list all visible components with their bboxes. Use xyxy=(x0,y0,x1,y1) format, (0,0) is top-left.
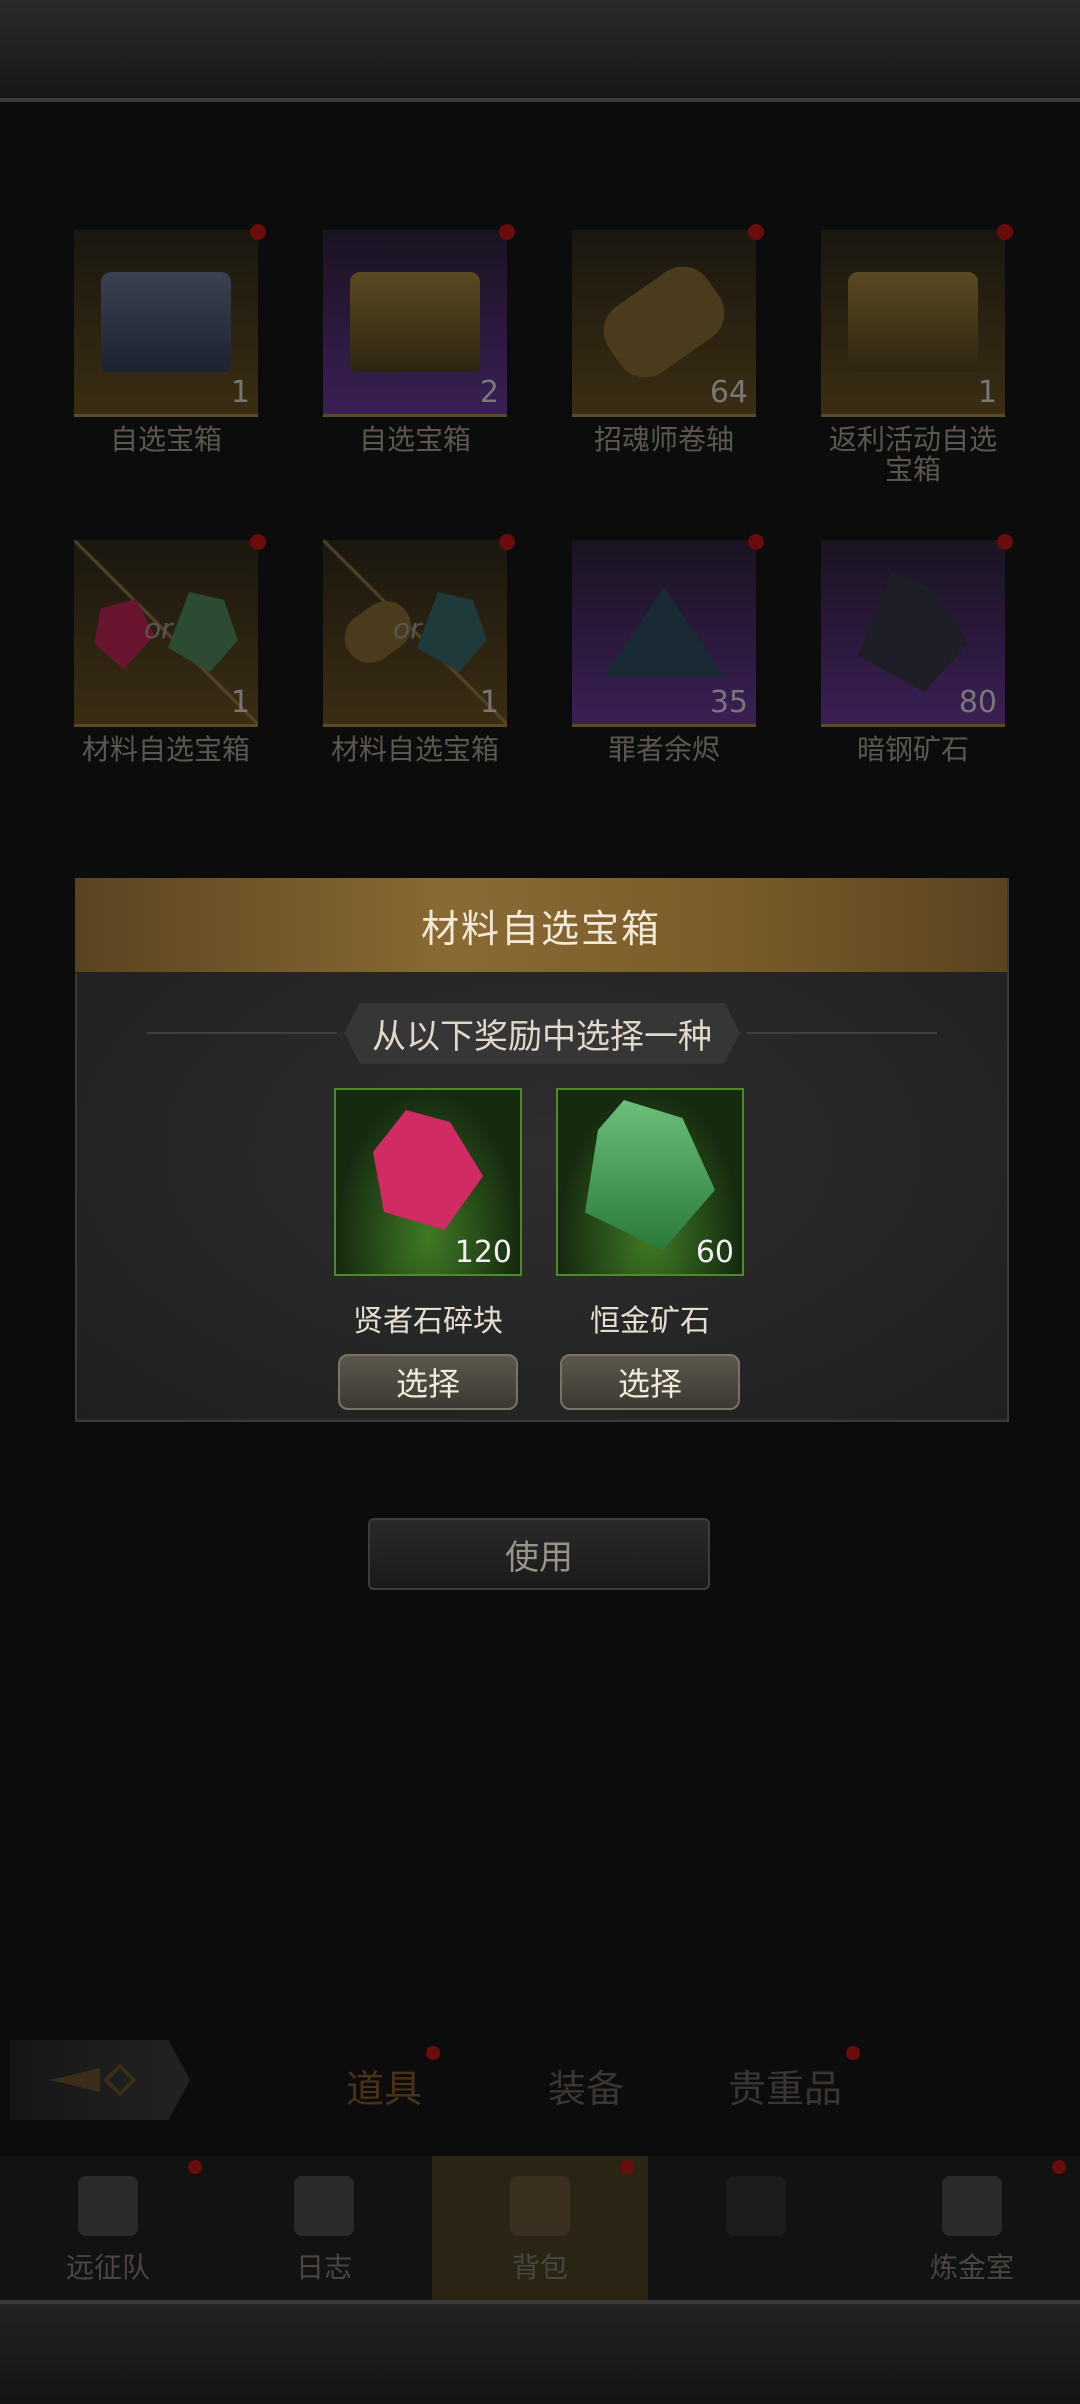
tab-valuables[interactable]: 贵重品 xyxy=(728,2046,861,2113)
use-button[interactable]: 使用 xyxy=(368,1518,710,1590)
nav-label: 远征队 xyxy=(65,2251,150,2284)
inventory-item[interactable]: 80 暗钢矿石 xyxy=(813,534,1013,766)
nav-label: 日志 xyxy=(295,2251,352,2284)
divider xyxy=(747,1032,937,1034)
back-button[interactable] xyxy=(10,2040,190,2120)
item-tile[interactable]: 80 xyxy=(821,534,1013,727)
inventory-item[interactable]: 1 返利活动自选宝箱 xyxy=(813,224,1013,486)
item-tile[interactable]: 1 xyxy=(74,224,266,417)
top-frame xyxy=(0,0,1080,102)
arrow-left-icon xyxy=(50,2063,137,2097)
item-quantity: 1 xyxy=(977,375,997,410)
item-tile[interactable]: or 1 xyxy=(323,534,515,727)
notification-dot xyxy=(250,224,266,240)
item-quantity: 2 xyxy=(479,375,499,410)
item-name: 材料自选宝箱 xyxy=(330,733,499,766)
inventory-item[interactable]: 1 自选宝箱 xyxy=(66,224,266,456)
bottom-nav: 远征队 日志 背包 炼金室 xyxy=(0,2156,1080,2300)
dark-ore-icon xyxy=(858,572,968,692)
notification-dot xyxy=(748,534,764,550)
reward-tile[interactable]: 120 xyxy=(334,1088,522,1276)
choice-dialog: 材料自选宝箱 从以下奖励中选择一种 120 贤者石碎块 选择 60 恒金矿石 选… xyxy=(75,878,1009,1422)
nav-expedition[interactable]: 远征队 xyxy=(0,2156,216,2300)
notification-dot xyxy=(426,2046,441,2060)
reward-option: 120 贤者石碎块 选择 xyxy=(333,1088,523,1410)
eternal-gold-ore-icon xyxy=(585,1100,715,1250)
item-tile[interactable]: 2 xyxy=(323,224,515,417)
item-name: 返利活动自选宝箱 xyxy=(828,423,997,486)
viking-helmet-icon xyxy=(78,2176,138,2236)
herb-icon xyxy=(417,592,487,672)
notification-dot xyxy=(499,534,515,550)
item-quantity: 35 xyxy=(709,685,748,720)
reward-option: 60 恒金矿石 选择 xyxy=(555,1088,745,1410)
scroll-icon xyxy=(591,254,737,390)
item-name: 招魂师卷轴 xyxy=(593,423,734,456)
dialog-subtitle: 从以下奖励中选择一种 xyxy=(344,1002,740,1064)
or-label: or xyxy=(144,612,173,645)
notification-dot xyxy=(997,534,1013,550)
item-tile[interactable]: 1 xyxy=(821,224,1013,417)
dialog-body: 从以下奖励中选择一种 120 贤者石碎块 选择 60 恒金矿石 选择 xyxy=(77,972,1007,1418)
reward-tile[interactable]: 60 xyxy=(556,1088,744,1276)
category-tabs: 道具 装备 贵重品 xyxy=(0,2010,1080,2150)
item-tile[interactable]: 64 xyxy=(572,224,764,417)
reward-quantity: 60 xyxy=(695,1235,734,1270)
select-button[interactable]: 选择 xyxy=(560,1354,740,1410)
item-quantity: 1 xyxy=(230,685,250,720)
dialog-title: 材料自选宝箱 xyxy=(420,906,661,951)
item-quantity: 80 xyxy=(958,685,997,720)
dialog-header: 材料自选宝箱 xyxy=(75,878,1007,975)
inventory-item[interactable]: or 1 材料自选宝箱 xyxy=(315,534,515,766)
select-button[interactable]: 选择 xyxy=(338,1354,518,1410)
tab-equipment[interactable]: 装备 xyxy=(548,2058,624,2113)
nav-backpack[interactable]: 背包 xyxy=(432,2156,648,2300)
nav-alchemy[interactable]: 炼金室 xyxy=(864,2156,1080,2300)
scroll-map-icon xyxy=(294,2176,354,2236)
item-name: 材料自选宝箱 xyxy=(81,733,250,766)
item-quantity: 1 xyxy=(479,685,499,720)
philosopher-stone-shard-icon xyxy=(373,1110,483,1230)
steel-chest-icon xyxy=(101,272,231,372)
ember-icon xyxy=(604,587,724,677)
nav-log[interactable]: 日志 xyxy=(216,2156,432,2300)
bronze-chest-icon xyxy=(350,272,480,372)
or-label: or xyxy=(393,612,422,645)
item-name: 自选宝箱 xyxy=(358,423,471,456)
green-ore-icon xyxy=(168,592,238,672)
item-quantity: 64 xyxy=(709,375,748,410)
item-tile[interactable]: 35 xyxy=(572,534,764,727)
reward-name: 贤者石碎块 xyxy=(353,1304,503,1339)
alchemy-icon xyxy=(942,2176,1002,2236)
reward-name: 恒金矿石 xyxy=(590,1304,710,1339)
bronze-chest-icon xyxy=(848,272,978,372)
inventory-item[interactable]: 64 招魂师卷轴 xyxy=(564,224,764,456)
inventory-item[interactable]: or 1 材料自选宝箱 xyxy=(66,534,266,766)
item-name: 暗钢矿石 xyxy=(856,733,969,766)
notification-dot xyxy=(997,224,1013,240)
inventory-item[interactable]: 2 自选宝箱 xyxy=(315,224,515,456)
item-quantity: 1 xyxy=(230,375,250,410)
bottom-frame xyxy=(0,2300,1080,2404)
nav-label: 炼金室 xyxy=(929,2251,1014,2284)
tab-items[interactable]: 道具 xyxy=(346,2046,441,2113)
nav-locked[interactable] xyxy=(648,2156,864,2300)
notification-dot xyxy=(748,224,764,240)
notification-dot xyxy=(620,2160,634,2174)
item-tile[interactable]: or 1 xyxy=(74,534,266,727)
item-name: 自选宝箱 xyxy=(109,423,222,456)
dialog-subtitle-row: 从以下奖励中选择一种 xyxy=(77,1002,1007,1064)
backpack-icon xyxy=(510,2176,570,2236)
reward-quantity: 120 xyxy=(454,1235,512,1270)
notification-dot xyxy=(499,224,515,240)
nav-label: 背包 xyxy=(511,2251,568,2284)
locked-icon xyxy=(726,2176,786,2236)
notification-dot xyxy=(250,534,266,550)
inventory-item[interactable]: 35 罪者余烬 xyxy=(564,534,764,766)
notification-dot xyxy=(846,2046,861,2060)
notification-dot xyxy=(1052,2160,1066,2174)
notification-dot xyxy=(188,2160,202,2174)
item-name: 罪者余烬 xyxy=(607,733,720,766)
divider xyxy=(147,1032,337,1034)
